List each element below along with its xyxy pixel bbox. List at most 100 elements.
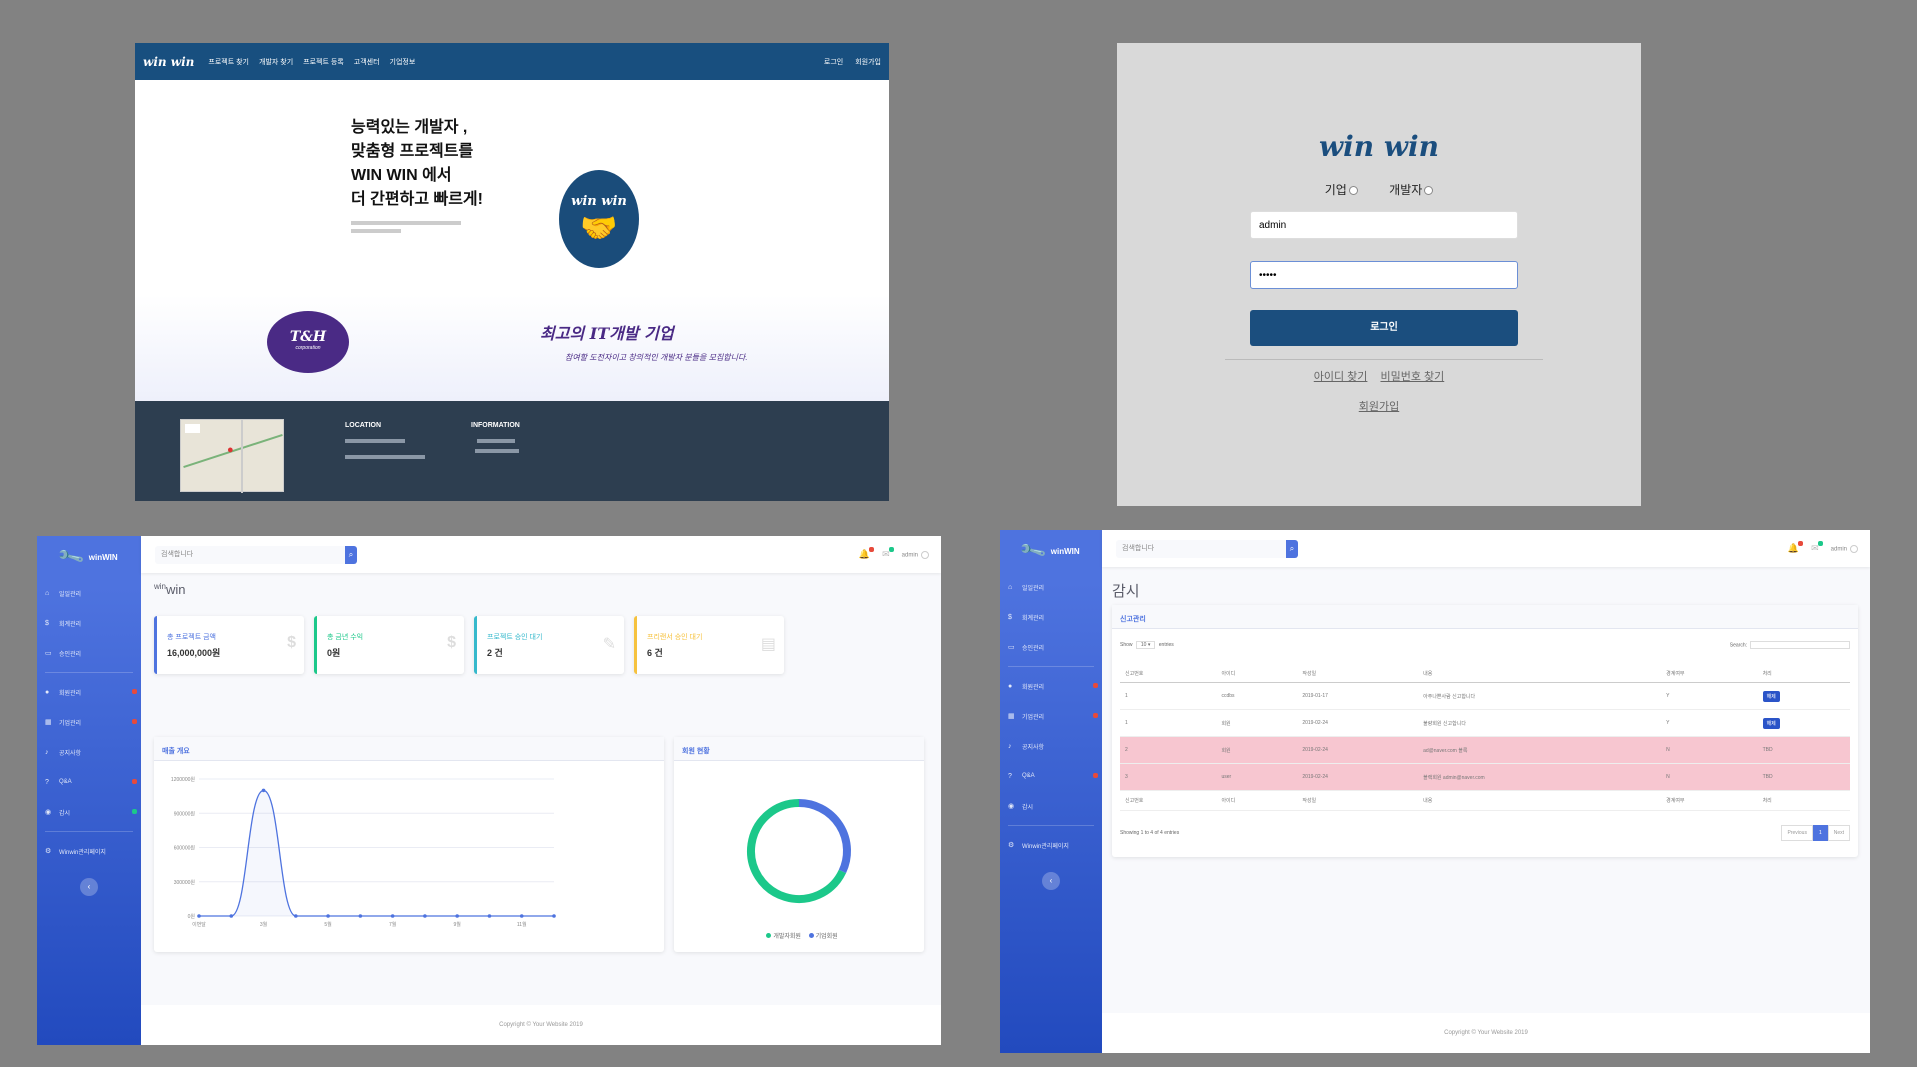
sidebar-item-approval[interactable]: ▭ 승인관리 [1000, 632, 1102, 662]
sidebar-item-accounting[interactable]: $ 회계관리 [1000, 602, 1102, 632]
handshake-icon: 🤝 [580, 212, 618, 245]
sidebar-brand[interactable]: 🔧 winWIN [37, 536, 141, 578]
sidebar-item-monitor[interactable]: ◉ 감시 [1000, 791, 1102, 821]
sidebar-item-winwin-admin[interactable]: ⚙ Winwin관리페이지 [37, 836, 141, 866]
radio-company[interactable]: 기업 [1325, 183, 1358, 197]
menu-item-find-developer[interactable]: 개발자 찾기 [259, 57, 293, 67]
pagination: Previous 1 Next [1781, 825, 1850, 841]
menu-item-support[interactable]: 고객센터 [354, 57, 380, 67]
page-title: winwin [154, 582, 186, 597]
x-tick-label: 7월 [389, 921, 397, 928]
login-button[interactable]: 로그인 [1250, 310, 1518, 346]
messages-envelope-icon[interactable]: ✉ [1811, 541, 1823, 554]
search-button[interactable]: ⌕ [345, 545, 357, 564]
eye-icon: ◉ [1008, 803, 1015, 810]
col-header[interactable]: 신고번호 [1120, 665, 1217, 683]
topbar-right: 🔔 ✉ admin [859, 547, 941, 560]
col-header[interactable]: 아이디 [1216, 665, 1298, 683]
sidebar-item-qna[interactable]: ? Q&A [1000, 761, 1102, 791]
sidebar-item-winwin-admin[interactable]: ⚙ Winwin관리페이지 [1000, 830, 1102, 860]
id-input[interactable] [1250, 211, 1518, 239]
donut-legend: 개발자회원 기업회원 [674, 931, 924, 940]
y-tick-label: 600000원 [174, 845, 196, 852]
sales-overview-title: 매출 개요 [154, 737, 664, 761]
password-input[interactable] [1250, 261, 1518, 289]
wrench-icon: 🔧 [56, 542, 87, 571]
messages-envelope-icon[interactable]: ✉ [882, 547, 894, 560]
table-row: 3 user 2019-02-24 블랙회원 admin@naver.com N TBD [1120, 763, 1850, 791]
divider [1225, 359, 1543, 360]
sidebar-brand[interactable]: 🔧 winWIN [1000, 530, 1102, 572]
landing-logo[interactable]: win win [143, 55, 194, 69]
avatar [1850, 544, 1858, 553]
landing-hero: 능력있는 개발자 , 맞춤형 프로젝트를 WIN WIN 에서 더 간편하고 빠… [135, 80, 889, 295]
sidebar-item-companies[interactable]: ▦ 기업관리 [1000, 701, 1102, 731]
x-tick-label: 9월 [453, 921, 461, 928]
find-id-link[interactable]: 아이디 찾기 [1314, 371, 1368, 383]
search-input[interactable]: 검색합니다 [1116, 539, 1286, 558]
table-search-input[interactable] [1750, 641, 1850, 649]
location-map[interactable]: ● [180, 419, 284, 493]
y-tick-label: 300000원 [174, 879, 196, 886]
x-tick-label: 3월 [260, 921, 268, 928]
prev-page-button[interactable]: Previous [1781, 825, 1813, 841]
map-label-placeholder [185, 424, 201, 433]
entries-select[interactable]: 10 ▾ [1135, 641, 1156, 649]
landing-page-screenshot: win win 프로젝트 찾기 개발자 찾기 프로젝트 등록 고객센터 기업정보… [135, 43, 889, 501]
menu-item-company-info[interactable]: 기업정보 [390, 57, 416, 67]
data-point [326, 914, 330, 918]
col-header[interactable]: 내용 [1418, 665, 1662, 683]
sidebar-item-daily[interactable]: ⌂ 일일관리 [37, 578, 141, 608]
find-password-link[interactable]: 비밀번호 찾기 [1380, 371, 1444, 383]
menu-item-register-project[interactable]: 프로젝트 등록 [303, 57, 344, 67]
data-point [229, 914, 234, 918]
sidebar-item-daily[interactable]: ⌂ 일일관리 [1000, 572, 1102, 602]
sidebar-item-notice[interactable]: ♪ 공지사항 [37, 737, 141, 767]
user-menu[interactable]: admin [902, 550, 929, 559]
menu-item-find-project[interactable]: 프로젝트 찾기 [208, 57, 249, 67]
entries-length-control: Show 10 ▾ entries [1120, 641, 1174, 649]
table-search: Search: [1730, 641, 1850, 649]
sidebar-item-notice[interactable]: ♪ 공지사항 [1000, 731, 1102, 761]
report-table-title: 신고관리 [1112, 605, 1858, 629]
landing-menu: 프로젝트 찾기 개발자 찾기 프로젝트 등록 고객센터 기업정보 [208, 57, 415, 67]
sidebar-item-monitor[interactable]: ◉ 감시 [37, 797, 141, 827]
sidebar-item-members[interactable]: ● 회원관리 [37, 677, 141, 707]
edit-icon: ✎ [602, 636, 616, 653]
eye-icon: ◉ [45, 809, 52, 816]
login-link[interactable]: 로그인 [824, 57, 843, 67]
sidebar-item-accounting[interactable]: $ 회계관리 [37, 608, 141, 638]
sidebar-item-members[interactable]: ● 회원관리 [1000, 671, 1102, 701]
release-button[interactable]: 해제 [1762, 717, 1780, 729]
donut-slice [798, 799, 851, 874]
col-header[interactable]: 처리 [1757, 665, 1850, 683]
report-table-card: 신고관리 Show 10 ▾ entries Search: 신고번호 아이디 … [1112, 605, 1858, 857]
signup-link[interactable]: 회원가입 [855, 57, 881, 67]
data-point [294, 914, 298, 918]
col-header[interactable]: 경계여부 [1661, 665, 1758, 683]
search-icon: ⌕ [1289, 543, 1295, 553]
bell-icon: ♪ [1008, 742, 1012, 750]
radio-developer[interactable]: 개발자 [1389, 183, 1434, 197]
hero-title: 능력있는 개발자 , 맞춤형 프로젝트를 WIN WIN 에서 더 간편하고 빠… [351, 119, 483, 208]
page-1-button[interactable]: 1 [1812, 825, 1828, 841]
sidebar-item-approval[interactable]: ▭ 승인관리 [37, 638, 141, 668]
alerts-bell-icon[interactable]: 🔔 [859, 547, 875, 560]
data-point [455, 914, 459, 918]
login-logo: win win [1319, 130, 1439, 163]
release-button[interactable]: 해제 [1762, 690, 1780, 702]
x-tick-label: 5월 [324, 921, 332, 928]
alerts-bell-icon[interactable]: 🔔 [1788, 541, 1804, 554]
sidebar-item-qna[interactable]: ? Q&A [37, 767, 141, 797]
user-icon: ● [45, 688, 50, 696]
col-header[interactable]: 작성일 [1297, 665, 1419, 683]
sidebar-toggle-button[interactable]: ‹ [1042, 872, 1060, 890]
search-button[interactable]: ⌕ [1286, 539, 1298, 558]
search-input[interactable]: 검색합니다 [155, 545, 345, 564]
join-link[interactable]: 회원가입 [1117, 398, 1641, 414]
sidebar-item-companies[interactable]: ▦ 기업관리 [37, 707, 141, 737]
home-icon: ⌂ [1008, 583, 1013, 591]
next-page-button[interactable]: Next [1827, 825, 1850, 841]
sidebar-toggle-button[interactable]: ‹ [80, 878, 98, 896]
user-menu[interactable]: admin [1831, 544, 1858, 553]
